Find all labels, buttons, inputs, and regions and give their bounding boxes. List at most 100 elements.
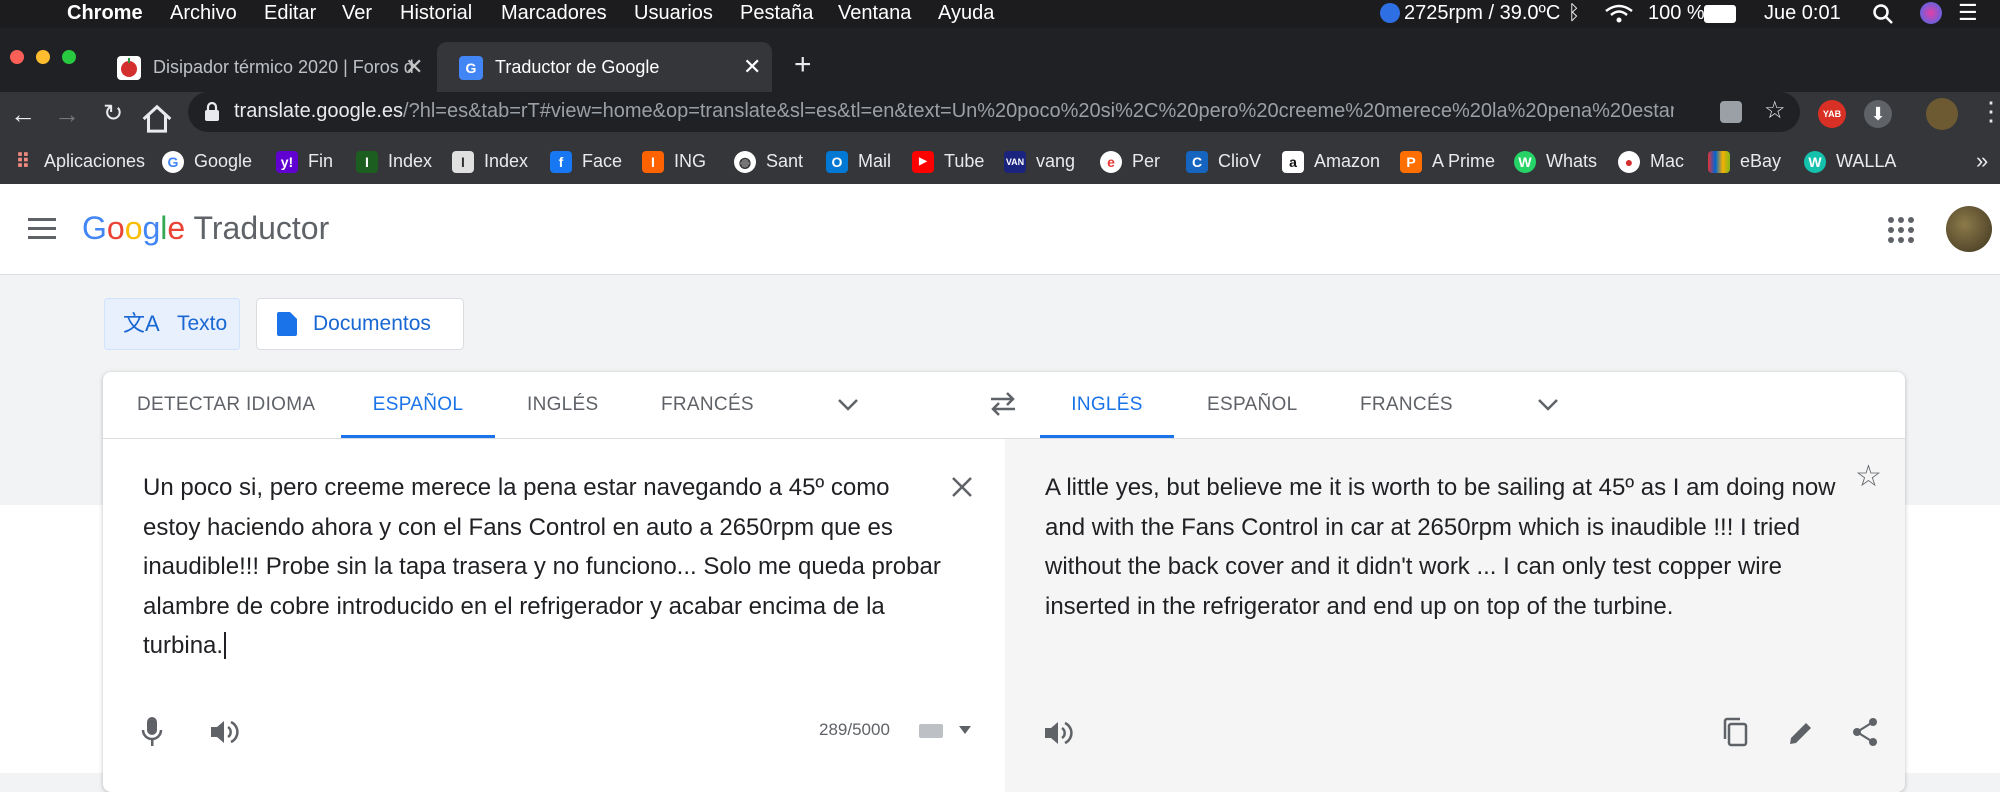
google-translate-logo[interactable]: Google Traductor [82,210,329,247]
translation-speaker-icon[interactable] [1043,719,1073,747]
ing-icon: I [642,151,664,174]
character-count: 289/5000 [819,720,890,739]
menu-usuarios[interactable]: Usuarios [634,1,713,25]
source-lang-chevron-down-icon[interactable] [837,398,859,412]
control-center-icon[interactable]: ☰ [1958,1,1978,25]
copy-translation-icon[interactable] [1721,717,1749,747]
yahoo-icon: y! [276,151,298,174]
source-lang-french[interactable]: FRANCÉS [661,372,754,438]
download-extension-icon[interactable]: ⬇ [1864,100,1892,128]
minimize-window-button[interactable] [36,50,50,64]
forward-button[interactable]: → [50,97,84,131]
bookmark-apps[interactable]: ⠿ Aplicaciones [12,146,145,176]
target-lang-chevron-down-icon[interactable] [1537,398,1559,412]
menu-ayuda[interactable]: Ayuda [938,1,994,25]
mode-text-button[interactable]: 文A Texto [104,298,240,350]
bookmark-whats[interactable]: W Whats [1514,146,1597,176]
menu-historial[interactable]: Historial [400,1,472,25]
bookmark-walla[interactable]: W WALLA [1804,146,1896,176]
menu-ventana[interactable]: Ventana [838,1,911,25]
bookmark-per[interactable]: e Per [1100,146,1160,176]
tab-title: Disipador térmico 2020 | Foros d [153,57,414,77]
bookmark-cliov[interactable]: C ClioV [1186,146,1261,176]
more-bookmarks-icon[interactable]: » [1976,146,1988,176]
bookmark-sant[interactable]: ◍ Sant [734,146,803,176]
account-avatar[interactable] [1946,206,1992,252]
mac-icon: ● [1618,151,1640,174]
spotlight-search-icon[interactable] [1872,3,1894,25]
bookmark-vang[interactable]: VAN vang [1004,146,1075,176]
yab-extension-icon[interactable]: YAB [1818,100,1846,128]
fan-control-icon[interactable] [1380,3,1400,23]
bookmark-index-1[interactable]: I Index [356,146,432,176]
fan-status[interactable]: 2725rpm / 39.0ºC [1404,1,1560,25]
bookmark-ebay[interactable]: eBay [1708,146,1781,176]
edit-translation-pencil-icon[interactable] [1787,719,1815,747]
menu-clock[interactable]: Jue 0:01 [1764,1,1841,25]
close-tab-icon[interactable]: ✕ [405,54,423,80]
close-tab-icon[interactable]: ✕ [743,54,761,80]
target-lang-french[interactable]: FRANCÉS [1360,372,1453,438]
menu-app-name[interactable]: Chrome [67,1,143,25]
source-speaker-icon[interactable] [209,718,239,746]
source-lang-spanish[interactable]: ESPAÑOL [341,372,495,438]
google-apps-grid-icon[interactable] [1888,217,1914,243]
close-window-button[interactable] [10,50,24,64]
outlook-icon: O [826,151,848,174]
menu-ver[interactable]: Ver [342,1,372,25]
url-text[interactable]: translate.google.es/?hl=es&tab=rT#view=h… [234,100,1674,123]
menu-editar[interactable]: Editar [264,1,316,25]
save-translation-star-icon[interactable]: ☆ [1855,459,1882,494]
tab-traductor[interactable]: G Traductor de Google ✕ [437,42,772,98]
bookmark-index-2[interactable]: I Index [452,146,528,176]
menu-pestana[interactable]: Pestaña [740,1,813,25]
bookmark-mac[interactable]: ● Mac [1618,146,1684,176]
battery-icon[interactable] [1704,5,1736,23]
bookmark-star-icon[interactable]: ☆ [1764,96,1786,125]
home-button[interactable] [140,102,174,136]
share-translation-icon[interactable] [1851,717,1879,747]
bookmark-tube[interactable]: ▶ Tube [912,146,984,176]
new-tab-button[interactable]: + [794,48,812,82]
target-lang-spanish[interactable]: ESPAÑOL [1207,372,1297,438]
keyboard-caret-down-icon[interactable] [959,726,971,734]
siri-icon[interactable] [1920,2,1942,24]
menu-marcadores[interactable]: Marcadores [501,1,607,25]
microphone-icon[interactable] [141,716,163,748]
bookmark-ing[interactable]: I ING [642,146,706,176]
bookmark-fin[interactable]: y! Fin [276,146,333,176]
bookmark-amazon[interactable]: a Amazon [1282,146,1380,176]
bookmark-face[interactable]: f Face [550,146,622,176]
source-lang-english[interactable]: INGLÉS [527,372,599,438]
keyboard-icon[interactable] [919,724,943,738]
navigation-bar: ← → ↻ translate.google.es/?hl=es&tab=rT#… [0,92,2000,138]
blocked-cookies-icon[interactable] [1720,101,1742,123]
text-cursor [224,632,227,659]
mode-documents-button[interactable]: Documentos [256,298,464,350]
clear-source-icon[interactable] [951,476,973,498]
target-lang-english[interactable]: INGLÉS [1040,372,1174,438]
zoom-window-button[interactable] [62,50,76,64]
chrome-menu-icon[interactable]: ⋮ [1978,96,2000,127]
bookmark-mail[interactable]: O Mail [826,146,891,176]
whatsapp-icon: W [1514,151,1536,174]
tab-strip: Disipador térmico 2020 | Foros d ✕ G Tra… [0,28,2000,98]
vanguardia-icon: VAN [1004,151,1026,174]
bluetooth-icon[interactable]: ᛒ [1568,1,1580,25]
globe-icon: ◍ [734,151,756,174]
bookmark-google[interactable]: G Google [162,146,252,176]
swap-languages-icon[interactable] [989,392,1017,416]
omnibox[interactable]: translate.google.es/?hl=es&tab=rT#view=h… [188,92,1800,132]
profile-avatar[interactable] [1926,98,1958,130]
hamburger-menu-icon[interactable] [28,218,56,240]
tab-disipador[interactable]: Disipador térmico 2020 | Foros d ✕ [95,42,430,98]
lock-icon[interactable] [204,102,220,122]
menu-archivo[interactable]: Archivo [170,1,237,25]
bookmark-a-prime[interactable]: PA Prime [1400,146,1495,176]
source-lang-detect[interactable]: DETECTAR IDIOMA [137,372,315,438]
source-text-area[interactable]: Un poco si, pero creeme merece la pena e… [143,468,943,666]
wifi-icon[interactable] [1604,4,1634,24]
reload-button[interactable]: ↻ [96,97,130,131]
periodico-icon: e [1100,151,1122,174]
back-button[interactable]: ← [6,97,40,131]
